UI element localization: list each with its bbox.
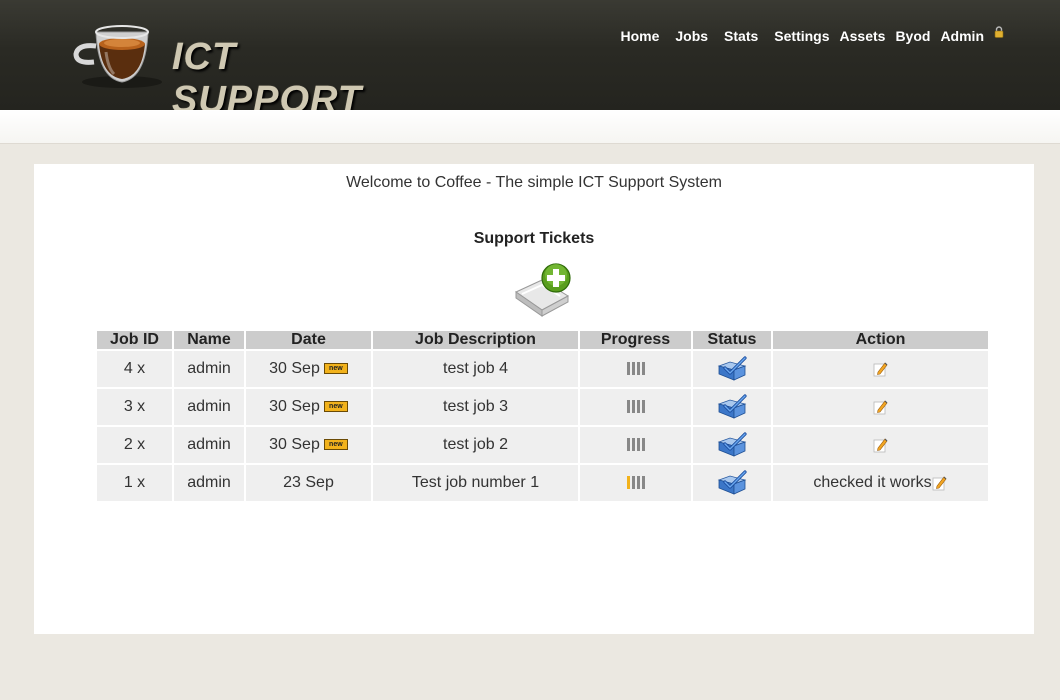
progress-bars bbox=[626, 400, 645, 414]
progress-bars bbox=[626, 438, 645, 452]
progress-segment bbox=[636, 400, 640, 414]
progress-segment bbox=[626, 438, 630, 452]
date-text: 23 Sep bbox=[283, 474, 334, 491]
table-row: 4 x admin 30 Sep new test job 4 bbox=[97, 351, 988, 387]
progress-segment bbox=[641, 438, 645, 452]
coffee-cup-icon bbox=[73, 25, 162, 88]
job-id-cell[interactable]: 4 x bbox=[97, 351, 172, 387]
name-cell: admin bbox=[174, 351, 244, 387]
date-text: 30 Sep bbox=[269, 360, 320, 377]
col-date[interactable]: Date bbox=[246, 331, 371, 349]
progress-bars bbox=[626, 476, 645, 490]
tickets-title: Support Tickets bbox=[473, 230, 595, 247]
name-cell: admin bbox=[174, 465, 244, 501]
progress-segment bbox=[631, 476, 635, 490]
nav-home[interactable]: Home bbox=[620, 28, 659, 44]
new-badge: new bbox=[323, 401, 348, 413]
sub-bar bbox=[0, 110, 1060, 144]
logo[interactable]: ICT SUPPORT bbox=[72, 22, 412, 121]
status-cell bbox=[693, 351, 771, 387]
edit-icon[interactable] bbox=[873, 437, 889, 453]
job-id-cell[interactable]: 2 x bbox=[97, 427, 172, 463]
date-cell: 23 Sep bbox=[246, 465, 371, 501]
lock-icon[interactable] bbox=[994, 26, 1004, 38]
col-status[interactable]: Status bbox=[693, 331, 771, 349]
table-header-row: Job ID Name Date Job Description Progres… bbox=[97, 331, 988, 349]
new-badge: new bbox=[323, 363, 348, 375]
job-id-cell[interactable]: 3 x bbox=[97, 389, 172, 425]
main-nav: Home Jobs Stats Settings Assets Byod Adm… bbox=[610, 26, 1004, 44]
action-cell bbox=[773, 427, 988, 463]
progress-segment bbox=[641, 476, 645, 490]
progress-segment bbox=[626, 362, 630, 376]
nav-stats[interactable]: Stats bbox=[724, 28, 758, 44]
nav-jobs[interactable]: Jobs bbox=[675, 28, 708, 44]
nav-byod[interactable]: Byod bbox=[895, 28, 930, 44]
folder-check-icon[interactable] bbox=[716, 432, 748, 458]
progress-segment bbox=[631, 400, 635, 414]
progress-bars bbox=[626, 362, 645, 376]
tickets-table: Job ID Name Date Job Description Progres… bbox=[95, 329, 990, 503]
folder-check-icon[interactable] bbox=[716, 356, 748, 382]
col-name[interactable]: Name bbox=[174, 331, 244, 349]
col-description[interactable]: Job Description bbox=[373, 331, 578, 349]
col-action[interactable]: Action bbox=[773, 331, 988, 349]
job-id-cell[interactable]: 1 x bbox=[97, 465, 172, 501]
progress-segment bbox=[631, 362, 635, 376]
date-cell: 30 Sep new bbox=[246, 389, 371, 425]
edit-icon[interactable] bbox=[932, 475, 948, 491]
progress-segment bbox=[636, 476, 640, 490]
progress-segment bbox=[636, 438, 640, 452]
new-badge: new bbox=[323, 439, 348, 451]
folder-check-icon[interactable] bbox=[716, 470, 748, 496]
progress-cell bbox=[580, 389, 691, 425]
col-progress[interactable]: Progress bbox=[580, 331, 691, 349]
date-cell: 30 Sep new bbox=[246, 351, 371, 387]
add-ticket-icon[interactable] bbox=[512, 262, 574, 318]
date-text: 30 Sep bbox=[269, 436, 320, 453]
status-cell bbox=[693, 389, 771, 425]
folder-check-icon[interactable] bbox=[716, 394, 748, 420]
description-cell[interactable]: Test job number 1 bbox=[373, 465, 578, 501]
nav-admin[interactable]: Admin bbox=[940, 28, 984, 44]
table-row: 1 x admin 23 Sep Test job number 1 check… bbox=[97, 465, 988, 501]
header: ICT SUPPORT Home Jobs Stats Settings Ass… bbox=[0, 0, 1060, 121]
status-cell bbox=[693, 427, 771, 463]
name-cell: admin bbox=[174, 389, 244, 425]
description-cell[interactable]: test job 2 bbox=[373, 427, 578, 463]
date-cell: 30 Sep new bbox=[246, 427, 371, 463]
table-row: 2 x admin 30 Sep new test job 2 bbox=[97, 427, 988, 463]
table-row: 3 x admin 30 Sep new test job 3 bbox=[97, 389, 988, 425]
description-cell[interactable]: test job 4 bbox=[373, 351, 578, 387]
progress-segment bbox=[626, 476, 630, 490]
status-cell bbox=[693, 465, 771, 501]
progress-segment bbox=[641, 400, 645, 414]
progress-cell bbox=[580, 427, 691, 463]
content-panel: Welcome to Coffee - The simple ICT Suppo… bbox=[34, 164, 1034, 634]
nav-assets[interactable]: Assets bbox=[840, 28, 886, 44]
progress-segment bbox=[641, 362, 645, 376]
action-cell bbox=[773, 351, 988, 387]
edit-icon[interactable] bbox=[873, 399, 889, 415]
welcome-text: Welcome to Coffee - The simple ICT Suppo… bbox=[346, 174, 722, 191]
nav-settings[interactable]: Settings bbox=[774, 28, 829, 44]
description-cell[interactable]: test job 3 bbox=[373, 389, 578, 425]
name-cell: admin bbox=[174, 427, 244, 463]
progress-segment bbox=[631, 438, 635, 452]
progress-segment bbox=[636, 362, 640, 376]
date-text: 30 Sep bbox=[269, 398, 320, 415]
edit-icon[interactable] bbox=[873, 361, 889, 377]
tickets-body: 4 x admin 30 Sep new test job 4 3 x admin… bbox=[97, 351, 988, 501]
action-note: checked it works bbox=[813, 474, 932, 491]
progress-segment bbox=[626, 400, 630, 414]
action-cell bbox=[773, 389, 988, 425]
progress-cell bbox=[580, 351, 691, 387]
col-job-id[interactable]: Job ID bbox=[97, 331, 172, 349]
progress-cell bbox=[580, 465, 691, 501]
action-cell: checked it works bbox=[773, 465, 988, 501]
